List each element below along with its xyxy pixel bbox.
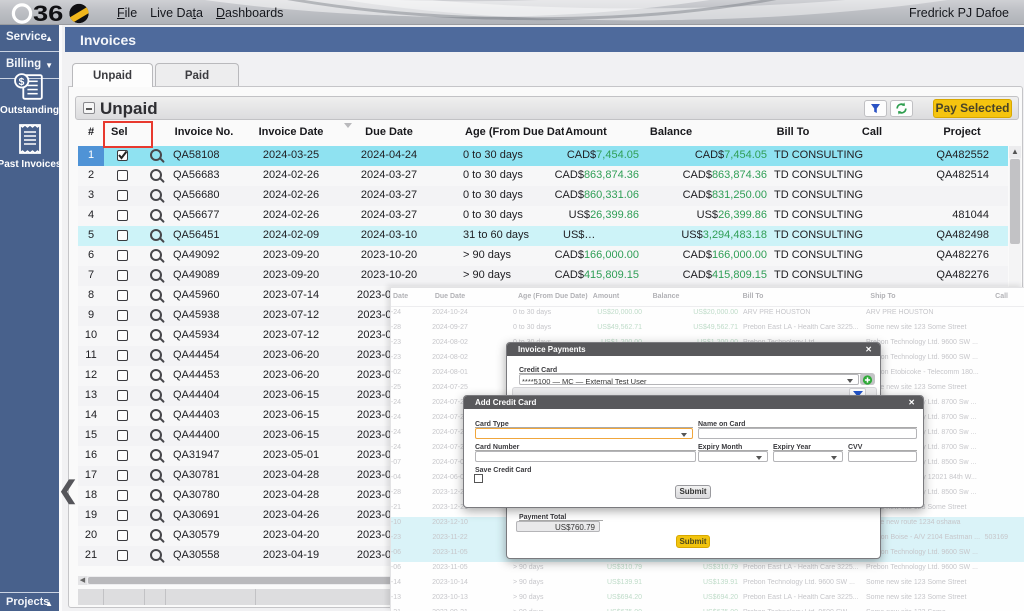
svg-text:$: $	[19, 77, 25, 88]
svg-text:36: 36	[33, 2, 63, 25]
